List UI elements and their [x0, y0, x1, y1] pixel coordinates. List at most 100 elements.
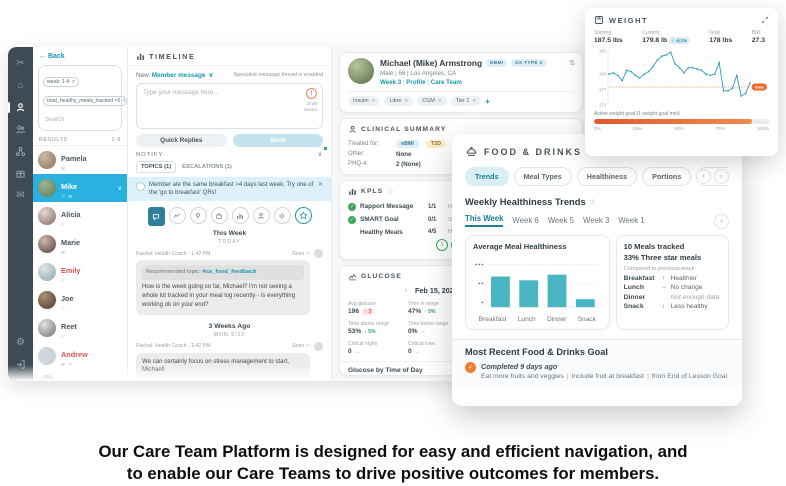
chevron-left-icon[interactable]: ‹	[714, 214, 729, 229]
tab-topics[interactable]: TOPICS (1)	[136, 161, 176, 173]
remove-icon[interactable]: ✕	[404, 98, 408, 104]
composer-actions: Quick Replies Send	[136, 134, 323, 147]
stats-filter-icon[interactable]	[232, 207, 249, 224]
tab-meal-types[interactable]: Meal Types	[514, 167, 572, 186]
app-nav-sidebar: ✂ ⌂ ✉ ⚙	[8, 47, 33, 381]
care-team-link[interactable]: Care Team	[431, 79, 462, 86]
close-icon[interactable]: ✕	[318, 181, 323, 188]
quick-replies-button[interactable]: Quick Replies	[136, 134, 227, 147]
trend-filter-icon[interactable]	[169, 207, 186, 224]
chevron-down-icon[interactable]: ∨	[208, 71, 213, 79]
search-input[interactable]	[43, 115, 114, 124]
chevron-right-icon[interactable]: ›	[714, 169, 729, 184]
member-row[interactable]: Emily⚐	[33, 258, 127, 286]
member-icon[interactable]	[14, 101, 27, 114]
message-input[interactable]	[137, 84, 289, 128]
home-icon[interactable]: ⌂	[14, 79, 27, 92]
info-icon[interactable]: ⓘ	[590, 198, 596, 206]
chevron-down-icon[interactable]: ∨	[318, 152, 323, 158]
avatar	[38, 347, 56, 365]
week-tab[interactable]: Week 1	[618, 216, 644, 225]
marketing-caption: Our Care Team Platform is designed for e…	[0, 441, 786, 485]
notification-checkbox[interactable]	[136, 182, 145, 191]
member-row[interactable]: Andrew✉ ⚐	[33, 342, 127, 370]
sort-icon[interactable]: ⇅	[569, 59, 575, 67]
week-tab[interactable]: Week 6	[512, 216, 538, 225]
member-meta-icons: ⚐ ✉	[61, 194, 77, 200]
team-icon[interactable]	[14, 123, 27, 136]
svg-text:183: 183	[599, 72, 607, 77]
filter-chip[interactable]: total_healthy_meals_tracked <5✕	[43, 96, 127, 106]
coach-avatar	[314, 342, 323, 351]
svg-text:★★★: ★★★	[474, 263, 484, 267]
remove-icon[interactable]: ✕	[122, 98, 126, 104]
case-filter-icon[interactable]	[211, 207, 228, 224]
timeline-filter-bar	[128, 207, 331, 224]
member-row[interactable]: Alicia⚐	[33, 202, 127, 230]
logout-icon[interactable]	[14, 358, 27, 371]
idea-filter-icon[interactable]	[190, 207, 207, 224]
member-filter-icon[interactable]	[253, 207, 270, 224]
tab-healthiness[interactable]: Healthiness	[577, 167, 637, 186]
week-tab-this-week[interactable]: This Week	[465, 214, 503, 227]
avatar	[38, 207, 56, 225]
member-row[interactable]: Pamela✉	[33, 146, 127, 174]
chevron-down-icon[interactable]: ∨	[118, 185, 122, 192]
remove-icon[interactable]: ✕	[372, 98, 376, 104]
filter-box[interactable]: week: 1-4✕ total_healthy_meals_tracked <…	[38, 65, 122, 131]
message-bubble[interactable]: Recommended topic: #ca_food_feedback How…	[136, 260, 310, 314]
kpls-icon	[348, 187, 357, 196]
message-type-dropdown[interactable]: Member message	[152, 72, 206, 79]
filter-chip[interactable]: week: 1-4✕	[43, 77, 79, 87]
chat-filter-icon[interactable]	[148, 207, 165, 226]
package-icon[interactable]	[14, 167, 27, 180]
tools-icon[interactable]: ✂	[14, 57, 27, 70]
arrow-up-icon: ↑	[662, 275, 671, 282]
settings-icon[interactable]: ⚙	[14, 336, 27, 349]
tag-chip[interactable]: CGM✕	[417, 96, 446, 106]
member-row[interactable]: Reet⚐	[33, 314, 127, 342]
avatar	[38, 151, 56, 169]
remove-icon[interactable]: ✕	[72, 79, 76, 85]
mail-icon[interactable]: ✉	[14, 189, 27, 202]
weight-change-badge: ↓ -4.1%	[669, 37, 690, 44]
message-composer[interactable]: ! Draft Saved	[136, 83, 323, 129]
member-row[interactable]: Caleb✉	[33, 370, 127, 381]
remove-icon[interactable]: ✕	[472, 98, 476, 104]
topic-tag-link[interactable]: #ca_food_feedback	[202, 269, 256, 275]
expand-icon[interactable]	[761, 16, 769, 24]
week-link[interactable]: Week 3	[380, 79, 401, 86]
notification-banner[interactable]: Member ate the same breakfast >4 days la…	[128, 177, 331, 201]
member-row-selected[interactable]: Mike⚐ ✉∨	[33, 174, 127, 202]
svg-text:Goal: Goal	[755, 85, 764, 90]
profile-link[interactable]: Profile	[406, 79, 425, 86]
tab-trends[interactable]: Trends	[465, 167, 509, 186]
member-row[interactable]: Joe⚐	[33, 286, 127, 314]
notify-section-header[interactable]: NOTIFY ∨	[128, 147, 331, 160]
tab-escalations[interactable]: ESCALATIONS (1)	[182, 164, 232, 170]
add-tag-button[interactable]: +	[485, 97, 490, 106]
insight-filter-icon[interactable]	[274, 207, 291, 224]
tag-chip[interactable]: Tier 1✕	[451, 96, 481, 106]
svg-text:192: 192	[599, 49, 607, 54]
chevron-left-icon[interactable]: ‹	[696, 169, 711, 184]
send-button[interactable]: Send	[233, 134, 324, 147]
week-tab[interactable]: Week 5	[548, 216, 574, 225]
star-filter-icon[interactable]	[295, 207, 312, 224]
back-button[interactable]: ← Back	[33, 53, 127, 60]
week-tab[interactable]: Week 3	[583, 216, 609, 225]
meal-healthiness-chart-card: Average Meal Healthiness ★★★★★★ Breakfas…	[465, 235, 610, 330]
tag-chip[interactable]: Libre✕	[384, 96, 413, 106]
patient-header-card: ⇅ Michael (Mike) Armstrong EBMI DX TYPE …	[339, 52, 583, 113]
member-meta-icons: ✉	[61, 166, 87, 172]
tab-portions[interactable]: Portions	[642, 167, 691, 186]
remove-icon[interactable]: ✕	[438, 98, 442, 104]
message-bubble[interactable]: We can certainly focus on stress managem…	[136, 353, 310, 382]
network-icon[interactable]	[14, 145, 27, 158]
tag-chip[interactable]: Insulin✕	[348, 96, 380, 106]
timeline-group-subheading: MON 5/22	[128, 332, 331, 338]
member-row[interactable]: Marie✉	[33, 230, 127, 258]
chevron-left-icon[interactable]: ‹	[405, 287, 407, 294]
dash-icon: --	[662, 284, 671, 291]
info-icon[interactable]: ⓘ	[387, 188, 393, 196]
